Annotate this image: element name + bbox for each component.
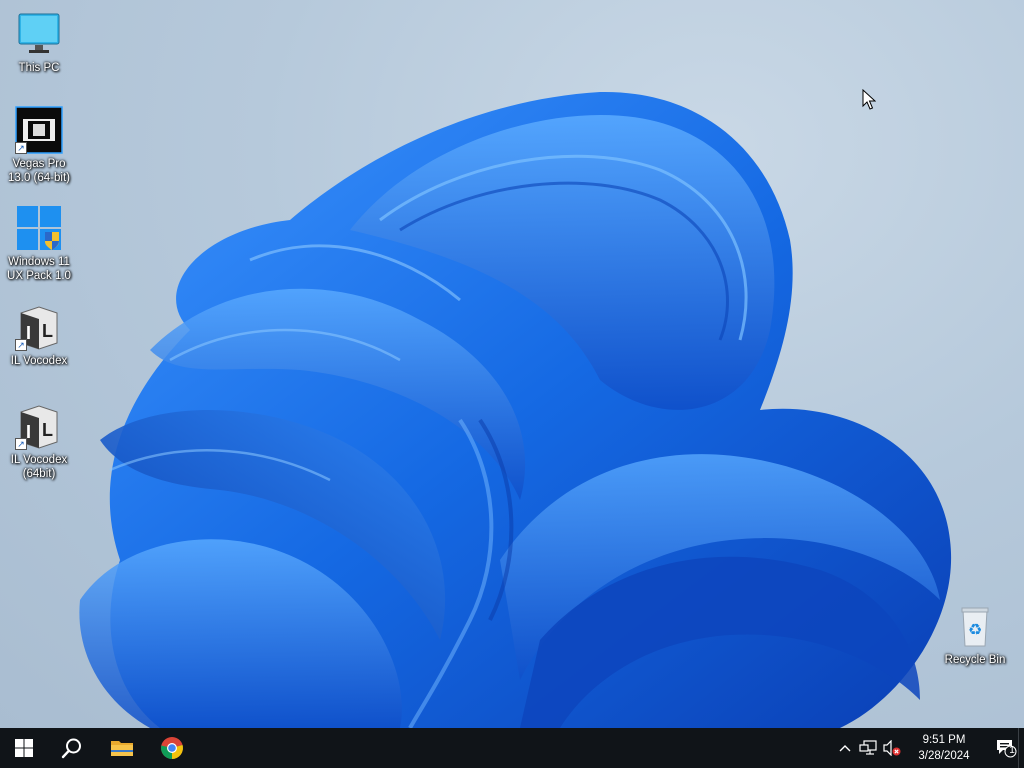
desktop-icon-windows-ux-pack[interactable]: Windows 11 UX Pack 1.0 xyxy=(1,204,77,283)
il-vocodex-icon: I L ↗ xyxy=(15,303,63,351)
monitor-icon xyxy=(15,10,63,58)
file-explorer-button[interactable] xyxy=(98,728,146,768)
chevron-up-icon xyxy=(839,745,851,752)
desktop-icon-label: Recycle Bin xyxy=(944,654,1006,666)
desktop-icon-label: This PC xyxy=(18,62,60,74)
desktop-icon-label: Windows 11 UX Pack 1.0 xyxy=(7,256,71,282)
svg-text:L: L xyxy=(42,321,53,341)
desktop-icon-vegas-pro[interactable]: ↗ Vegas Pro 13.0 (64-bit) xyxy=(1,106,77,185)
windows-logo-icon xyxy=(15,204,63,252)
shortcut-arrow-icon: ↗ xyxy=(15,142,27,154)
desktop-icon-label: IL Vocodex xyxy=(10,355,68,367)
il-vocodex-icon: I L ↗ xyxy=(15,402,63,450)
show-hidden-icons-button[interactable] xyxy=(834,728,856,768)
desktop-icon-il-vocodex-64bit[interactable]: I L ↗ IL Vocodex (64bit) xyxy=(1,402,77,481)
desktop[interactable]: This PC ↗ Vegas Pro 13.0 (64-bit) Window… xyxy=(0,0,1024,728)
svg-text:♻: ♻ xyxy=(968,620,982,639)
start-button[interactable] xyxy=(0,728,48,768)
system-tray: 9:51 PM 3/28/2024 1 xyxy=(834,728,1024,768)
volume-muted-icon xyxy=(883,740,901,756)
clock-time: 9:51 PM xyxy=(922,734,966,746)
desktop-icon-label: Vegas Pro 13.0 (64-bit) xyxy=(7,158,70,184)
svg-text:L: L xyxy=(42,420,53,440)
chrome-button[interactable] xyxy=(148,728,196,768)
action-center-button[interactable]: 1 xyxy=(992,728,1020,768)
desktop-icon-recycle-bin[interactable]: ♻ Recycle Bin xyxy=(937,602,1013,667)
desktop-icon-il-vocodex[interactable]: I L ↗ IL Vocodex xyxy=(1,303,77,368)
search-icon xyxy=(61,738,81,759)
desktop-icon-label: IL Vocodex (64bit) xyxy=(10,454,68,480)
desktop-icon-this-pc[interactable]: This PC xyxy=(1,10,77,75)
shortcut-arrow-icon: ↗ xyxy=(15,339,27,351)
folder-icon xyxy=(111,741,133,756)
network-icon xyxy=(859,740,877,755)
windows-start-icon xyxy=(15,739,33,757)
shortcut-arrow-icon: ↗ xyxy=(15,438,27,450)
notification-count-badge: 1 xyxy=(1009,745,1015,756)
network-button[interactable] xyxy=(856,728,880,768)
show-desktop-button[interactable] xyxy=(1018,728,1024,768)
clock[interactable]: 9:51 PM 3/28/2024 xyxy=(904,732,984,764)
recycle-bin-icon: ♻ xyxy=(951,602,999,650)
taskbar: 9:51 PM 3/28/2024 1 xyxy=(0,728,1024,768)
chrome-icon xyxy=(161,737,183,759)
search-button[interactable] xyxy=(48,728,96,768)
clock-date: 3/28/2024 xyxy=(918,750,970,762)
volume-button[interactable] xyxy=(880,728,904,768)
film-icon: ↗ xyxy=(15,106,63,154)
mouse-cursor-icon xyxy=(862,89,876,110)
